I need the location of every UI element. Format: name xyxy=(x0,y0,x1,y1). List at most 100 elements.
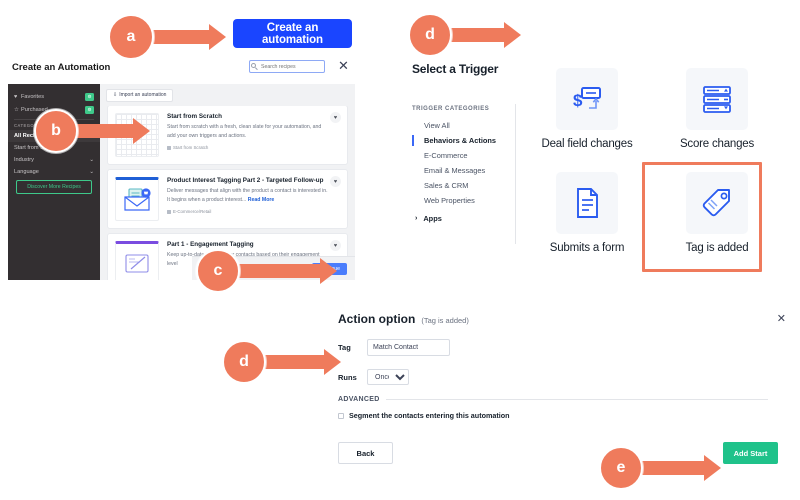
heart-icon[interactable]: ♥ xyxy=(330,176,341,187)
tag-square-icon xyxy=(167,209,171,214)
recipe-title: Part 1 - Engagement Tagging xyxy=(167,241,254,248)
modal-title: Create an Automation xyxy=(12,62,111,73)
deal-field-icon: $ xyxy=(556,68,618,130)
modal-header: Create an Automation ✕ xyxy=(8,58,355,84)
close-icon[interactable]: ✕ xyxy=(337,59,350,72)
tag-icon xyxy=(686,172,748,234)
add-start-button[interactable]: Add Start xyxy=(723,442,778,464)
trigger-category-e-commerce[interactable]: E-Commerce xyxy=(412,148,508,163)
recipe-tag-label: Start from Scratch xyxy=(173,145,209,151)
envelope-thumbnail-icon xyxy=(115,177,159,221)
trigger-divider xyxy=(515,104,516,244)
sidebar-item-label: Favorites xyxy=(21,93,45,100)
import-bar: ⇩ Import an automation xyxy=(100,84,355,106)
annotation-arrow-c xyxy=(226,258,338,284)
segment-checkbox-label: Segment the contacts entering this autom… xyxy=(349,411,510,420)
advanced-divider xyxy=(385,399,768,400)
recipe-description: Deliver messages that align with the pro… xyxy=(167,187,328,204)
select-trigger-panel: Select a Trigger TRIGGER CATEGORIES View… xyxy=(412,62,792,272)
import-label: Import an automation xyxy=(119,92,167,98)
trigger-category-label: View All xyxy=(424,121,450,130)
runs-field-row: Runs Once xyxy=(338,369,768,385)
segment-checkbox-row[interactable]: Segment the contacts entering this autom… xyxy=(338,411,768,420)
trigger-label: Score changes xyxy=(679,138,755,150)
heart-icon[interactable]: ♥ xyxy=(330,112,341,123)
trigger-categories-header: TRIGGER CATEGORIES xyxy=(412,106,490,112)
annotation-label-b: b xyxy=(51,122,61,139)
back-button[interactable]: Back xyxy=(338,442,393,464)
create-an-automation-button[interactable]: Create an automation xyxy=(233,19,352,48)
tag-input[interactable] xyxy=(367,339,450,356)
tag-field-row: Tag xyxy=(338,339,768,356)
annotation-label-d1: d xyxy=(425,26,435,43)
trigger-category-web-properties[interactable]: Web Properties xyxy=(412,193,508,208)
heart-icon: ♥ xyxy=(14,93,18,100)
recipe-tag: E-Commerce/Retail xyxy=(167,209,328,214)
recipe-tag-label: E-Commerce/Retail xyxy=(173,209,212,215)
annotation-bubble-c: c xyxy=(196,249,240,293)
annotation-bubble-d1: d xyxy=(408,13,452,57)
runs-select[interactable]: Once xyxy=(367,369,409,385)
advanced-label: ADVANCED xyxy=(338,396,380,403)
trigger-deal-field-changes[interactable]: $ Deal field changes xyxy=(532,68,642,151)
heart-icon[interactable]: ♥ xyxy=(330,240,341,251)
search-icon xyxy=(251,63,256,68)
score-changes-icon xyxy=(686,68,748,130)
tag-square-icon xyxy=(167,145,171,150)
trigger-tag-is-added[interactable]: Tag is added xyxy=(642,172,792,255)
upload-icon: ⇩ xyxy=(113,92,118,98)
close-icon[interactable]: ✕ xyxy=(777,312,786,325)
search-recipes-input[interactable] xyxy=(249,60,325,73)
sidebar-item-industry[interactable]: Industry ⌄ xyxy=(8,154,100,166)
trigger-category-behaviors-actions[interactable]: Behaviors & Actions xyxy=(412,133,508,148)
trigger-category-label: Email & Messages xyxy=(424,166,486,175)
trigger-submits-a-form[interactable]: Submits a form xyxy=(532,172,642,255)
recipe-description: Start from scratch with a fresh, clean s… xyxy=(167,124,322,139)
action-option-header: Action option (Tag is added) ✕ xyxy=(338,312,786,326)
annotation-bubble-d2: d xyxy=(222,340,266,384)
trigger-category-email-messages[interactable]: Email & Messages xyxy=(412,163,508,178)
recipe-title: Product Interest Tagging Part 2 - Target… xyxy=(167,177,324,184)
segment-checkbox[interactable] xyxy=(338,412,344,419)
annotation-bubble-b: b xyxy=(34,109,78,153)
trigger-score-changes[interactable]: Score changes xyxy=(642,68,792,151)
advanced-section-header: ADVANCED xyxy=(338,396,768,403)
document-thumbnail-icon xyxy=(115,241,159,280)
tag-icon: ☆ xyxy=(14,106,19,113)
trigger-label: Deal field changes xyxy=(541,138,633,150)
annotation-label-a: a xyxy=(126,28,136,45)
import-an-automation-button[interactable]: ⇩ Import an automation xyxy=(106,88,174,102)
recipe-card[interactable]: Product Interest Tagging Part 2 - Target… xyxy=(108,170,347,228)
trigger-category-label: Sales & CRM xyxy=(424,181,469,190)
trigger-category-label: E-Commerce xyxy=(424,151,468,160)
trigger-categories-list: TRIGGER CATEGORIES View All Behaviors & … xyxy=(412,106,508,223)
action-option-title: Action option xyxy=(338,312,416,326)
favorites-badge: ⚙ xyxy=(85,92,94,101)
trigger-category-sales-crm[interactable]: Sales & CRM xyxy=(412,178,508,193)
annotation-label-e: e xyxy=(616,459,626,476)
trigger-category-label: Web Properties xyxy=(424,196,475,205)
trigger-category-apps[interactable]: › Apps xyxy=(412,214,508,223)
chevron-right-icon: › xyxy=(415,215,418,222)
purchased-badge: ⚙ xyxy=(85,105,94,114)
sidebar-item-label: Language xyxy=(14,169,39,175)
create-automation-modal: Create an Automation ✕ ♥ Favorites ⚙ ☆ P… xyxy=(8,58,355,280)
trigger-label: Tag is added xyxy=(685,242,749,254)
sidebar-item-language[interactable]: Language ⌄ xyxy=(8,166,100,178)
trigger-label: Submits a form xyxy=(549,242,625,254)
annotation-bubble-e: e xyxy=(599,446,643,490)
annotation-label-d2: d xyxy=(239,353,249,370)
annotation-label-c: c xyxy=(213,262,223,279)
recipe-title: Start from Scratch xyxy=(167,113,222,120)
sidebar-item-favorites[interactable]: ♥ Favorites ⚙ xyxy=(8,90,100,103)
form-icon xyxy=(556,172,618,234)
annotation-bubble-a: a xyxy=(108,14,154,60)
read-more-link[interactable]: Read More xyxy=(248,197,275,203)
chevron-down-icon: ⌄ xyxy=(89,169,94,175)
trigger-category-view-all[interactable]: View All xyxy=(412,118,508,133)
recipe-tag: Start from Scratch xyxy=(167,145,328,150)
trigger-category-label: Apps xyxy=(423,214,442,223)
sidebar-item-label: Industry xyxy=(14,157,34,163)
discover-more-recipes-button[interactable]: Discover More Recipes xyxy=(16,180,92,194)
action-option-panel: Action option (Tag is added) ✕ Tag Runs … xyxy=(338,312,786,466)
